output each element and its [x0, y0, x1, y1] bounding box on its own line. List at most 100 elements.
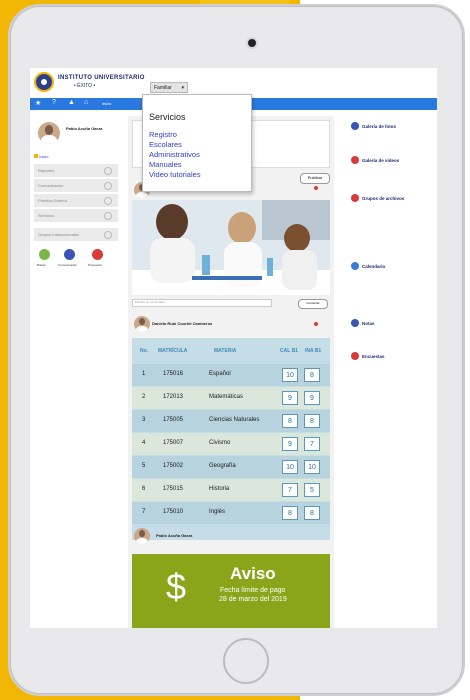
row-materia: Español: [209, 371, 231, 377]
right-panel: Galería de fotos Galería de videos Grupo…: [348, 116, 437, 436]
chevron-down-icon: ▾: [181, 85, 184, 91]
grades-table: No. MATRÍCULA MATERIA CAL B1 INA B1 1 17…: [132, 338, 330, 540]
row-matricula: 172013: [163, 394, 184, 400]
aviso-title: Aviso: [230, 564, 276, 583]
ina-b1-value: 9: [304, 391, 320, 405]
row-matricula: 175010: [163, 509, 184, 515]
post-photo: [132, 200, 330, 295]
cal-b1-value: 9: [282, 437, 298, 451]
ina-b1-value: 8: [304, 506, 320, 520]
row-materia: Ciencias Naturales: [209, 417, 260, 423]
row-no: 3: [142, 417, 146, 423]
header-ina-b1: INA B1: [305, 348, 322, 354]
folder-icon: [351, 194, 359, 202]
row-no: 4: [142, 440, 146, 446]
inicio-icon: [34, 154, 38, 158]
right-item-galeria-videos[interactable]: Galería de videos: [362, 158, 399, 163]
row-materia: Matemáticas: [209, 394, 244, 400]
table-row: 5 175002 Geografía 10 10: [132, 456, 330, 478]
row-materia: Geografía: [209, 463, 236, 469]
menu-item-registro[interactable]: Registro: [149, 130, 177, 139]
sidebar-item-reportes[interactable]: Reportes: [34, 164, 118, 177]
row-no: 5: [142, 463, 146, 469]
center-feed: Publicar Escribe un comentario... Coment…: [128, 116, 334, 628]
familiar-label: Familiar: [154, 85, 172, 91]
comunicacion-label: Comunicación: [58, 263, 78, 267]
row-matricula: 175002: [163, 463, 184, 469]
cal-b1-value: 8: [282, 506, 298, 520]
propuesta-icon[interactable]: [92, 249, 103, 260]
table-row: 1 175016 Español 10 8: [132, 364, 330, 386]
table-row: 4 175007 Civismo 9 7: [132, 433, 330, 455]
notes-icon: [351, 319, 359, 327]
header-cal-b1: CAL B1: [280, 348, 298, 354]
avatar[interactable]: [38, 122, 60, 144]
comment-input[interactable]: Escribe un comentario...: [132, 299, 272, 307]
ina-b1-value: 7: [304, 437, 320, 451]
row-no: 2: [142, 394, 146, 400]
table-row: 3 175005 Ciencias Naturales 8 8: [132, 410, 330, 432]
aviso-line1: Fecha límite de pago: [220, 587, 286, 594]
second-post-author: Pablo Acuña Garza: [156, 533, 193, 538]
menu-item-escolares[interactable]: Escolares: [149, 140, 182, 149]
alert-icon[interactable]: ▲: [68, 99, 75, 106]
camera-icon: [248, 39, 256, 47]
post-options-icon[interactable]: [314, 322, 318, 326]
post-author: Daniela Rubí Courtet Camberos: [152, 321, 213, 326]
row-materia: Historia: [209, 486, 230, 492]
right-item-galeria-fotos[interactable]: Galería de fotos: [362, 124, 396, 129]
home-button[interactable]: [223, 638, 269, 684]
menu-item-manuales[interactable]: Manuales: [149, 160, 182, 169]
aviso-banner[interactable]: $ Aviso Fecha límite de pago 28 de marzo…: [132, 554, 330, 628]
familiar-dropdown-button[interactable]: Familiar ▾: [150, 82, 188, 93]
header-materia: MATERIA: [214, 348, 237, 354]
row-matricula: 175007: [163, 440, 184, 446]
home-icon[interactable]: ⌂: [84, 99, 88, 106]
left-sidebar: Pablo Acuña Garza Inicio Reportes Comuni…: [30, 116, 120, 276]
survey-icon: [351, 352, 359, 360]
institution-logo[interactable]: INSTITUTO UNIVERSITARIO • ÉXITO •: [34, 72, 144, 94]
photos-icon: [351, 122, 359, 130]
ina-b1-value: 10: [304, 460, 320, 474]
sidebar-item-comunicacion[interactable]: Comunicación: [34, 179, 118, 192]
row-no: 6: [142, 486, 146, 492]
logo-emblem-icon: [34, 72, 54, 92]
logo-title: INSTITUTO UNIVERSITARIO: [58, 75, 145, 81]
aviso-line2: 28 de marzo del 2019: [219, 596, 287, 603]
publish-button[interactable]: Publicar: [300, 173, 330, 184]
post-options-icon[interactable]: [314, 186, 318, 190]
comment-button[interactable]: Comentar: [298, 299, 328, 309]
comunicacion-icon[interactable]: [64, 249, 75, 260]
table-row: 7 175010 Inglés 8 8: [132, 502, 330, 524]
row-matricula: 175015: [163, 486, 184, 492]
row-matricula: 175016: [163, 371, 184, 377]
table-row: 2 172013 Matemáticas 9 9: [132, 387, 330, 409]
menu-item-video-tutoriales[interactable]: Video tutoriales: [149, 170, 201, 179]
sidebar-item-servicios[interactable]: Servicios: [34, 209, 118, 222]
row-no: 1: [142, 371, 146, 377]
help-icon[interactable]: ?: [52, 99, 56, 106]
right-item-grupos-archivos[interactable]: Grupos de archivos: [362, 196, 404, 201]
breadcrumb[interactable]: Inicio: [102, 101, 111, 106]
cal-b1-value: 7: [282, 483, 298, 497]
ina-b1-value: 8: [304, 414, 320, 428]
cal-b1-value: 9: [282, 391, 298, 405]
user-name: Pablo Acuña Garza: [66, 126, 103, 131]
dollar-icon: $: [166, 566, 187, 607]
row-materia: Civismo: [209, 440, 231, 446]
header-matricula: MATRÍCULA: [158, 348, 188, 354]
sidebar-item-inicio[interactable]: Inicio: [34, 154, 48, 159]
propuesta-label: Propuesta: [88, 263, 102, 267]
cal-b1-value: 10: [282, 368, 298, 382]
avatar: [134, 528, 150, 544]
boleta-icon[interactable]: [39, 249, 50, 260]
right-item-encuestas[interactable]: Encuestas: [362, 354, 385, 359]
star-icon[interactable]: ★: [35, 99, 41, 107]
sidebar-item-grupos[interactable]: Grupos Instruccionales: [34, 228, 118, 241]
right-item-notas[interactable]: Notas: [362, 321, 375, 326]
row-matricula: 175005: [163, 417, 184, 423]
row-materia: Inglés: [209, 509, 226, 515]
sidebar-item-galeria[interactable]: Práctica Galería: [34, 194, 118, 207]
menu-item-administrativos[interactable]: Administrativos: [149, 150, 200, 159]
right-item-calendario[interactable]: Calendario: [362, 264, 385, 269]
